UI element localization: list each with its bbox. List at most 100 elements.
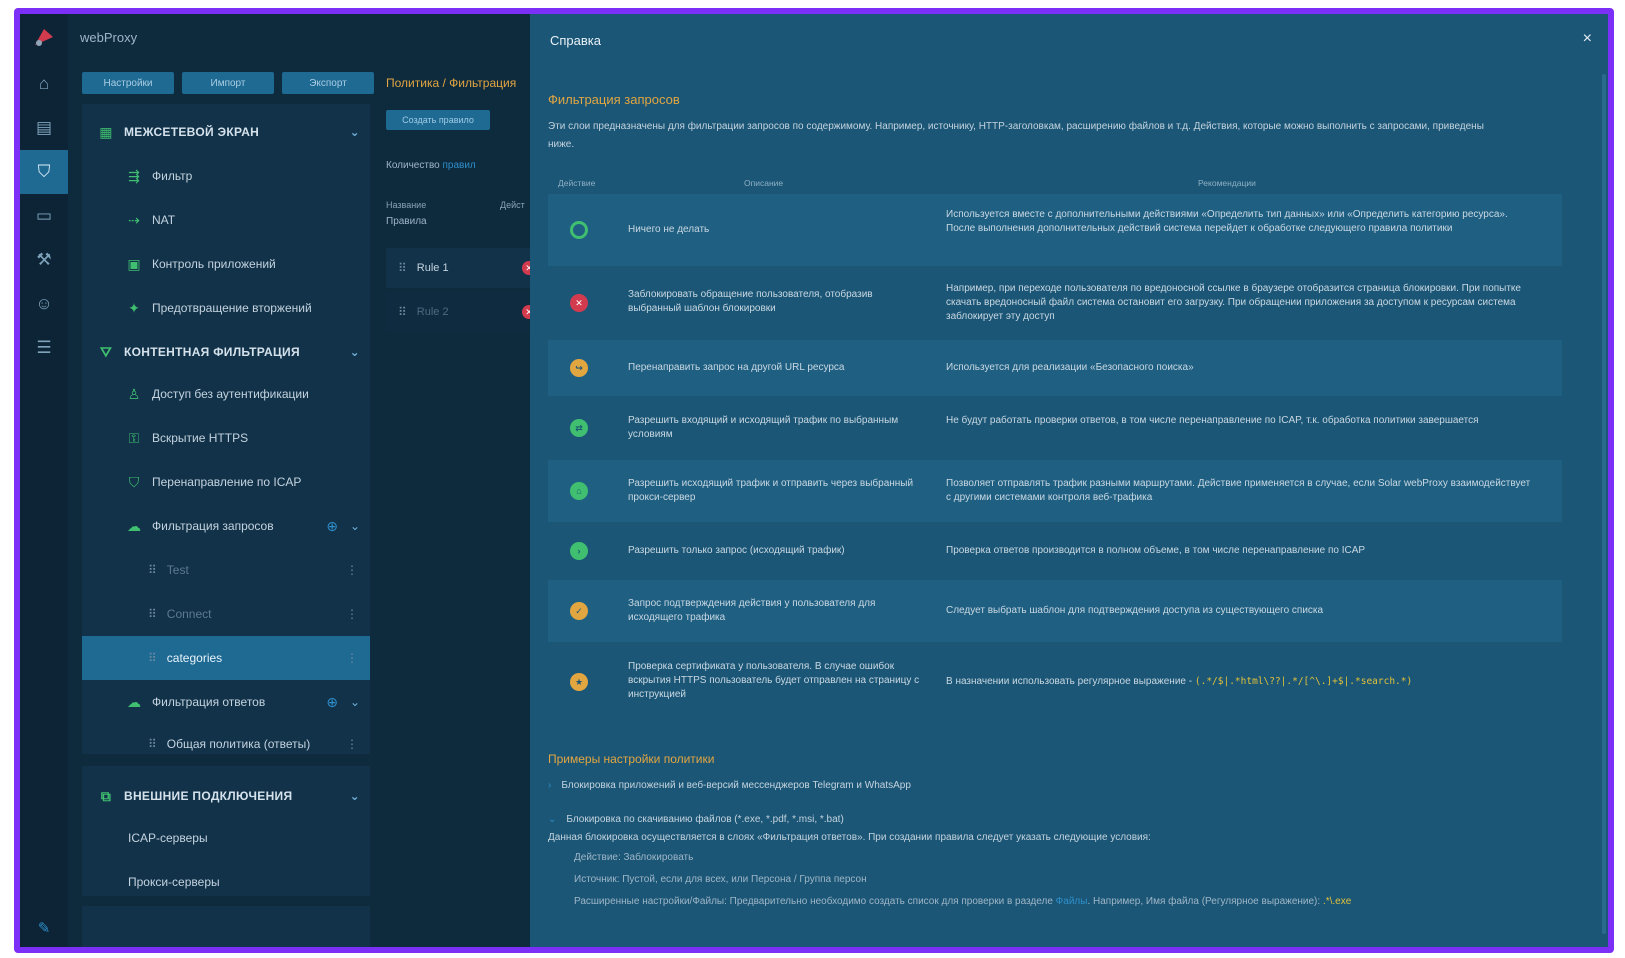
- section-firewall[interactable]: ▦ МЕЖСЕТЕВОЙ ЭКРАН ⌄: [82, 112, 370, 152]
- section-content-filter[interactable]: ⛛ КОНТЕНТНАЯ ФИЛЬТРАЦИЯ ⌄: [82, 332, 370, 372]
- table-row: ⌂ Разрешить исходящий трафик и отправить…: [548, 460, 1562, 522]
- collapsed-panel: [82, 906, 370, 947]
- nav-label: Прокси-серверы: [128, 875, 220, 889]
- more-icon[interactable]: ⋮: [346, 737, 358, 751]
- row-rec: Используется вместе с дополнительными де…: [946, 209, 1508, 234]
- ips-icon: ✦: [128, 299, 140, 316]
- nav-label: Фильтрация ответов: [152, 695, 266, 709]
- table-row: ✓ Запрос подтверждения действия у пользо…: [548, 580, 1562, 642]
- nav-item-no-auth[interactable]: ♙ Доступ без аутентификации: [82, 374, 370, 414]
- chevron-right-icon[interactable]: ›: [548, 780, 551, 791]
- chevron-down-icon[interactable]: ⌄: [350, 789, 360, 803]
- section-external[interactable]: ⧉ ВНЕШНИЕ ПОДКЛЮЧЕНИЯ ⌄: [82, 776, 370, 816]
- row-desc: Ничего не делать: [628, 224, 710, 235]
- nav-label: Общая политика (ответы): [166, 737, 311, 751]
- drag-handle-icon[interactable]: ⠿: [148, 607, 157, 621]
- scrollbar[interactable]: [1602, 74, 1606, 934]
- home-icon[interactable]: ⌂: [20, 62, 68, 106]
- chevron-down-icon[interactable]: ⌄: [350, 519, 360, 533]
- nav-item-app-control[interactable]: ▣ Контроль приложений: [82, 244, 370, 284]
- table-row: › Разрешить только запрос (исходящий тра…: [548, 524, 1562, 578]
- nat-icon: ⇢: [128, 211, 140, 228]
- drag-handle-icon[interactable]: ⠿: [148, 563, 157, 577]
- circle-icon: [570, 221, 588, 239]
- close-icon[interactable]: ×: [1583, 30, 1592, 48]
- users-icon[interactable]: ☺: [20, 282, 68, 326]
- chevron-down-icon[interactable]: ⌄: [548, 814, 556, 825]
- nav-label: Предотвращение вторжений: [152, 301, 312, 315]
- nav-item-icap[interactable]: ⛉ Перенаправление по ICAP: [82, 462, 370, 502]
- app-control-icon: ▣: [127, 255, 141, 272]
- nav-label: Фильтр: [152, 169, 193, 183]
- nav-rule-categories[interactable]: ⠿ categories ⋮: [82, 636, 370, 680]
- nav-item-proxy-servers[interactable]: Прокси-серверы: [82, 862, 370, 902]
- row-desc: Проверка сертификата у пользователя. В с…: [628, 661, 920, 700]
- nav-label: Test: [166, 563, 189, 577]
- redirect-icon: ↪: [570, 359, 588, 377]
- example-telegram[interactable]: › Блокировка приложений и веб-версий месс…: [548, 780, 911, 791]
- nav-label: Connect: [166, 607, 212, 621]
- tools-icon[interactable]: ⚒: [20, 238, 68, 282]
- row-desc: Заблокировать обращение пользователя, от…: [628, 289, 873, 314]
- files-link[interactable]: Файлы: [1056, 896, 1088, 907]
- nav-item-ips[interactable]: ✦ Предотвращение вторжений: [82, 288, 370, 328]
- rule-name: Rule 1: [416, 262, 449, 274]
- nav-rule-connect[interactable]: ⠿ Connect ⋮: [82, 594, 370, 634]
- nav-item-response-filter[interactable]: ☁ Фильтрация ответов ⊕ ⌄: [82, 682, 370, 722]
- rule-row[interactable]: ⠿ Rule 2 ✕: [386, 292, 536, 332]
- more-icon[interactable]: ⋮: [346, 607, 358, 621]
- chevron-down-icon[interactable]: ⌄: [350, 345, 360, 359]
- nav-item-nat[interactable]: ⇢ NAT: [82, 200, 370, 240]
- content-filter-icon: ⛛: [99, 343, 113, 360]
- icon-rail: ⌂ ▤ ⛉ ▭ ⚒ ☺ ☰ ✎: [20, 14, 68, 947]
- add-icon[interactable]: ⊕: [326, 694, 338, 711]
- rule-count: Количество правил: [386, 160, 476, 171]
- drag-handle-icon[interactable]: ⠿: [148, 737, 157, 751]
- drag-handle-icon[interactable]: ⠿: [398, 305, 407, 319]
- nav-item-filter[interactable]: ⇶ Фильтр: [82, 156, 370, 196]
- count-link[interactable]: правил: [442, 160, 475, 171]
- nav-item-icap-servers[interactable]: ICAP-серверы: [82, 818, 370, 858]
- row-desc: Перенаправить запрос на другой URL ресур…: [628, 362, 845, 373]
- nav-item-request-filter[interactable]: ☁ Фильтрация запросов ⊕ ⌄: [82, 506, 370, 546]
- nav-label: Контроль приложений: [152, 257, 276, 271]
- row-desc: Разрешить исходящий трафик и отправить ч…: [628, 478, 914, 503]
- block-icon: ✕: [570, 294, 588, 312]
- import-button[interactable]: Импорт: [182, 72, 274, 94]
- ext-text: Расширенные настройки/Файлы: Предварител…: [574, 896, 1053, 907]
- column-name[interactable]: Название: [386, 200, 426, 210]
- drag-handle-icon[interactable]: ⠿: [148, 651, 157, 665]
- policy-icon[interactable]: ⛉: [20, 150, 68, 194]
- monitor-icon[interactable]: ▭: [20, 194, 68, 238]
- th-recommendations: Рекомендации: [1198, 178, 1256, 188]
- policy-tree: ▦ МЕЖСЕТЕВОЙ ЭКРАН ⌄ ⇶ Фильтр ⇢ NAT ▣ Ко…: [82, 104, 370, 754]
- example-label: Блокировка приложений и веб-версий мессе…: [561, 780, 911, 791]
- table-row: ✕ Заблокировать обращение пользователя, …: [548, 268, 1562, 338]
- help-intro: Эти слои предназначены для фильтрации за…: [548, 121, 1484, 150]
- drag-handle-icon[interactable]: ⠿: [398, 261, 407, 275]
- chevron-down-icon[interactable]: ⌄: [350, 695, 360, 709]
- nav-rule-common-policy[interactable]: ⠿ Общая политика (ответы) ⋮: [82, 724, 370, 764]
- nav-item-https[interactable]: ⚿ Вскрытие HTTPS: [82, 418, 370, 458]
- nav-label: Фильтрация запросов: [152, 519, 274, 533]
- chevron-down-icon[interactable]: ⌄: [350, 125, 360, 139]
- export-button[interactable]: Экспорт: [282, 72, 374, 94]
- section-label: ВНЕШНИЕ ПОДКЛЮЧЕНИЯ: [124, 789, 293, 803]
- rule-row[interactable]: ⠿ Rule 1 ✕: [386, 248, 536, 288]
- cloud-upload-icon: ☁: [127, 517, 141, 534]
- nav-rule-test[interactable]: ⠿ Test ⋮: [82, 550, 370, 590]
- table-row: ⇄ Разрешить входящий и исходящий трафик …: [548, 398, 1562, 458]
- help-table-header: Действие Описание Рекомендации: [548, 174, 1562, 192]
- nav-label: ICAP-серверы: [128, 831, 208, 845]
- dashboard-icon[interactable]: ▤: [20, 106, 68, 150]
- more-icon[interactable]: ⋮: [346, 563, 358, 577]
- add-icon[interactable]: ⊕: [326, 518, 338, 535]
- example-files[interactable]: ⌄ Блокировка по скачиванию файлов (*.exe,…: [548, 814, 844, 825]
- logs-icon[interactable]: ☰: [20, 326, 68, 370]
- pin-icon[interactable]: ✎: [20, 919, 68, 937]
- row-rec: В назначении использовать регулярное выр…: [946, 675, 1532, 689]
- create-rule-button[interactable]: Создать правило: [386, 110, 490, 130]
- settings-button[interactable]: Настройки: [82, 72, 174, 94]
- more-icon[interactable]: ⋮: [346, 651, 358, 665]
- column-action[interactable]: Дейст: [500, 200, 525, 210]
